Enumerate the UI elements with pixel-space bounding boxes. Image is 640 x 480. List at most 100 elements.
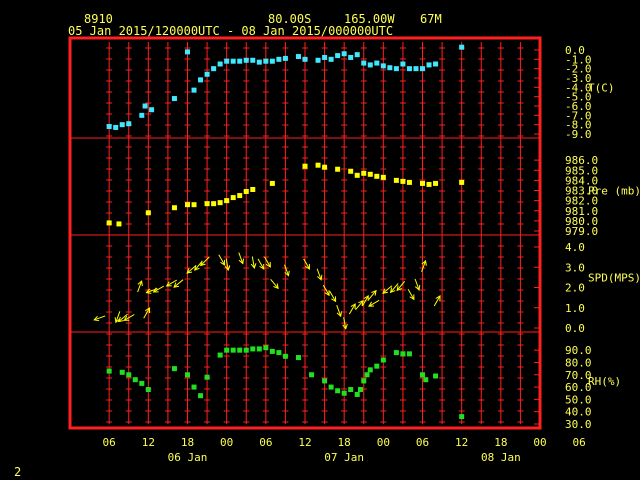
temperature-point bbox=[250, 57, 256, 63]
relative_humidity-point bbox=[393, 350, 399, 356]
temperature-point bbox=[335, 53, 341, 59]
relative_humidity-point bbox=[361, 378, 367, 384]
time-gridline bbox=[497, 42, 504, 424]
relative_humidity-point bbox=[126, 372, 132, 378]
relative_humidity-point bbox=[237, 347, 243, 353]
y-tick-label: 2.0 bbox=[565, 282, 585, 295]
relative_humidity-point bbox=[459, 414, 465, 420]
relative_humidity-point bbox=[433, 373, 439, 379]
day-label: 06 Jan bbox=[168, 451, 208, 464]
temperature-point bbox=[426, 62, 432, 68]
x-tick-label: 12 bbox=[455, 436, 468, 449]
temperature-point bbox=[459, 44, 465, 50]
relative_humidity-point bbox=[250, 346, 256, 352]
pressure-point bbox=[420, 180, 425, 186]
relative_humidity-point bbox=[171, 366, 177, 372]
temperature-point bbox=[400, 61, 406, 67]
temperature-point bbox=[341, 51, 347, 57]
temperature-point bbox=[211, 66, 217, 72]
temperature-point bbox=[230, 58, 236, 64]
temperature-point bbox=[367, 62, 373, 68]
time-gridline bbox=[184, 42, 191, 424]
panel-label-pressure: Pre (mb) bbox=[588, 185, 640, 198]
relative_humidity-point bbox=[341, 390, 347, 396]
temperature-point bbox=[263, 58, 269, 64]
time-gridline bbox=[302, 42, 308, 424]
pressure-point bbox=[106, 220, 112, 226]
day-label: 07 Jan bbox=[324, 451, 364, 464]
time-gridline bbox=[223, 42, 230, 424]
temperature-point bbox=[406, 66, 412, 72]
pressure-point bbox=[348, 168, 354, 174]
temperature-point bbox=[224, 58, 230, 64]
x-tick-label: 18 bbox=[338, 436, 351, 449]
pressure-point bbox=[116, 221, 122, 227]
panel-label-relative_humidity: RH(%) bbox=[588, 375, 621, 388]
pressure-point bbox=[171, 205, 177, 211]
pressure-point bbox=[302, 163, 308, 169]
wind-arrow bbox=[355, 300, 364, 311]
wind-arrow bbox=[336, 305, 342, 318]
x-tick-label: 06 bbox=[573, 436, 586, 449]
temperature-point bbox=[237, 58, 243, 64]
y-tick-label: 4.0 bbox=[565, 241, 585, 254]
relative_humidity-point bbox=[230, 347, 236, 353]
relative_humidity-point bbox=[309, 372, 315, 378]
meteogram-chart: 06 12 18 00 06 12 18 00 06 12 18 00 06 06 Jan 07 Jan 08… bbox=[68, 36, 640, 464]
y-tick-label: -9.0 bbox=[565, 128, 592, 141]
relative_humidity-point bbox=[420, 372, 425, 378]
temperature-point bbox=[387, 65, 393, 71]
x-tick-label: 00 bbox=[533, 436, 546, 449]
temperature-point bbox=[393, 66, 399, 72]
wind-arrow bbox=[218, 254, 226, 266]
pressure-point bbox=[426, 181, 432, 187]
wind-arrow bbox=[250, 256, 257, 270]
y-tick-label: 90.0 bbox=[565, 344, 592, 357]
pressure-point bbox=[224, 198, 230, 204]
temperature-point bbox=[361, 60, 367, 66]
pressure-point bbox=[459, 179, 465, 185]
relative_humidity-point bbox=[328, 384, 334, 390]
temperature-point bbox=[354, 52, 360, 58]
pressure-point bbox=[335, 166, 341, 172]
relative_humidity-point bbox=[374, 363, 380, 369]
wind-arrow bbox=[238, 252, 245, 265]
y-tick-label: 80.0 bbox=[565, 356, 592, 369]
temperature-point bbox=[126, 121, 132, 127]
pressure-point bbox=[315, 162, 321, 168]
relative_humidity-point bbox=[269, 348, 275, 354]
time-gridline bbox=[204, 42, 211, 424]
relative_humidity-point bbox=[357, 387, 363, 393]
wind-arrow bbox=[368, 299, 380, 307]
relative_humidity-point bbox=[282, 353, 288, 359]
wind-arrow bbox=[329, 290, 337, 303]
temperature-point bbox=[276, 56, 282, 62]
temperature-point bbox=[119, 122, 125, 128]
pressure-point bbox=[211, 201, 217, 207]
temperature-point bbox=[139, 112, 145, 118]
wind-arrow bbox=[389, 283, 399, 294]
temperature-point bbox=[149, 107, 155, 113]
x-tick-label: 00 bbox=[377, 436, 390, 449]
temperature-point bbox=[185, 49, 190, 55]
pressure-point bbox=[322, 164, 328, 170]
temperature-point bbox=[106, 124, 112, 130]
temperature-point bbox=[380, 63, 386, 69]
relative_humidity-point bbox=[224, 347, 230, 353]
x-tick-label: 12 bbox=[142, 436, 155, 449]
pressure-point bbox=[400, 178, 406, 184]
relative_humidity-point bbox=[348, 387, 354, 393]
temperature-point bbox=[142, 103, 148, 109]
relative_humidity-point bbox=[322, 378, 328, 384]
temperature-point bbox=[256, 59, 262, 65]
relative_humidity-point bbox=[400, 351, 406, 357]
temperature-point bbox=[374, 60, 380, 66]
pressure-point bbox=[367, 171, 373, 177]
time-gridline bbox=[399, 42, 406, 424]
y-tick-label: 3.0 bbox=[565, 261, 585, 274]
x-tick-label: 06 bbox=[103, 436, 116, 449]
time-gridline bbox=[419, 42, 426, 424]
pressure-point bbox=[237, 193, 243, 199]
pressure-point bbox=[393, 177, 399, 183]
y-tick-label: 30.0 bbox=[565, 418, 592, 431]
